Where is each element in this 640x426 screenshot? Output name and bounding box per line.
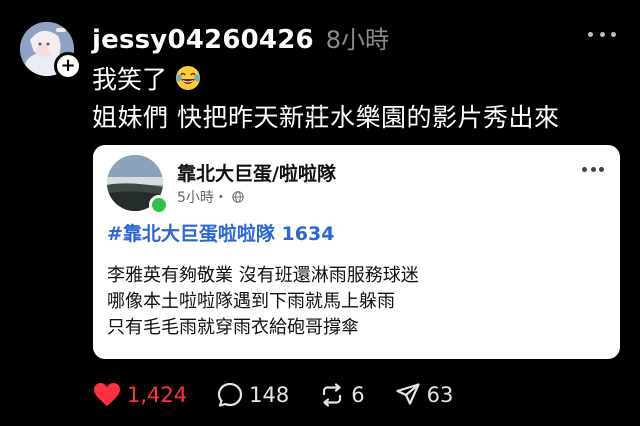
post-header: jessy04260426 8小時 [92, 20, 389, 55]
online-status-indicator [149, 195, 169, 215]
share-button[interactable]: 63 [395, 382, 454, 408]
embedded-body-line: 只有毛毛雨就穿雨衣給砲哥撐傘 [107, 317, 359, 338]
post-text-line-1: 我笑了 [92, 60, 201, 96]
speech-bubble-icon [218, 382, 243, 407]
post-timestamp: 8小時 [325, 26, 390, 54]
post-text: 我笑了 [92, 65, 168, 94]
comment-count: 148 [249, 383, 290, 407]
repost-count: 6 [351, 383, 365, 407]
laughing-emoji-icon [176, 66, 201, 90]
repost-button[interactable]: 6 [319, 382, 365, 408]
embedded-body-line: 哪像本土啦啦隊遇到下雨就馬上躲雨 [107, 291, 395, 312]
embedded-author-name[interactable]: 靠北大巨蛋/啦啦隊 [177, 159, 336, 186]
threads-post: + jessy04260426 8小時 我笑了 姐妹們 快把昨天新莊水樂園的影片… [0, 0, 640, 426]
comment-button[interactable]: 148 [217, 382, 289, 408]
embedded-post-card[interactable]: 靠北大巨蛋/啦啦隊 5小時・ #靠北大巨蛋啦啦隊 1634 李雅英有夠敬業 沒有… [93, 145, 620, 359]
like-button[interactable]: 1,424 [93, 382, 187, 408]
embedded-post-meta: 5小時・ [177, 187, 244, 207]
send-arrow-icon [395, 383, 420, 405]
post-text-line-2: 姐妹們 快把昨天新莊水樂園的影片秀出來 [92, 103, 560, 132]
more-options-icon[interactable] [588, 24, 616, 44]
follow-plus-icon[interactable]: + [54, 52, 82, 80]
heart-filled-icon [94, 383, 120, 406]
embedded-timestamp: 5小時・ [177, 190, 228, 206]
like-count: 1,424 [127, 383, 188, 407]
embedded-body-line: 李雅英有夠敬業 沒有班還淋雨服務球迷 [107, 265, 419, 286]
globe-icon [232, 191, 244, 203]
embedded-body: 李雅英有夠敬業 沒有班還淋雨服務球迷 哪像本土啦啦隊遇到下雨就馬上躲雨 只有毛毛… [107, 263, 419, 341]
repost-arrows-icon [323, 383, 342, 407]
post-actions-bar: 1,424 148 6 63 [93, 378, 483, 412]
embedded-more-icon[interactable] [582, 165, 604, 173]
author-username[interactable]: jessy04260426 [92, 25, 314, 55]
author-avatar-container[interactable]: + [20, 22, 82, 80]
share-count: 63 [426, 383, 454, 407]
embedded-hashtag[interactable]: #靠北大巨蛋啦啦隊 1634 [107, 219, 334, 246]
